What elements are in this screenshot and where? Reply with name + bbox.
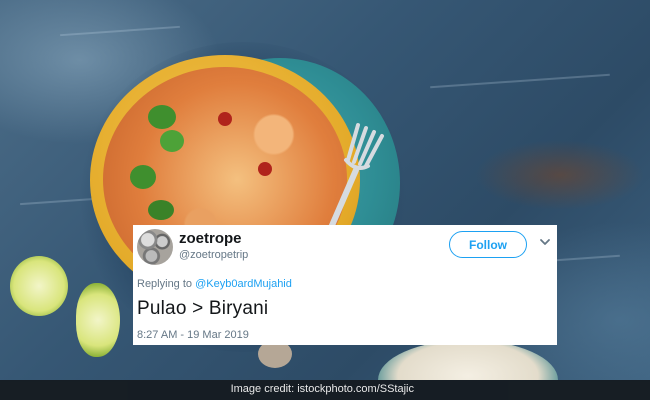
tweet-text: Pulao > Biryani [137, 298, 269, 319]
caption-bar: Image credit: istockphoto.com/SStajic [0, 380, 650, 400]
chevron-down-icon[interactable] [538, 235, 552, 249]
tweet-timestamp[interactable]: 8:27 AM - 19 Mar 2019 [137, 329, 249, 341]
image-credit: Image credit: istockphoto.com/SStajic [230, 383, 414, 395]
lime-wedge [10, 256, 68, 316]
cilantro-garnish [148, 105, 176, 129]
wood-texture [60, 25, 180, 37]
raita-bowl [378, 340, 558, 380]
cilantro-garnish [148, 200, 174, 220]
reply-context: Replying to @Keyb0ardMujahid [137, 278, 292, 290]
reply-mention-link[interactable]: @Keyb0ardMujahid [195, 278, 292, 290]
cilantro-garnish [130, 165, 156, 189]
tweet-handle[interactable]: @zoetropetrip [179, 249, 248, 261]
fork [327, 123, 384, 233]
tweet-display-name[interactable]: zoetrope [179, 230, 242, 247]
wood-texture [430, 73, 610, 89]
avatar[interactable] [137, 229, 173, 265]
chili-garnish [258, 162, 272, 176]
follow-button[interactable]: Follow [449, 231, 527, 258]
lime-wedge [76, 283, 120, 357]
chili-garnish [218, 112, 232, 126]
embedded-tweet: zoetrope @zoetropetrip Follow Replying t… [133, 225, 557, 345]
reply-prefix: Replying to [137, 278, 196, 290]
cilantro-garnish [160, 130, 184, 152]
